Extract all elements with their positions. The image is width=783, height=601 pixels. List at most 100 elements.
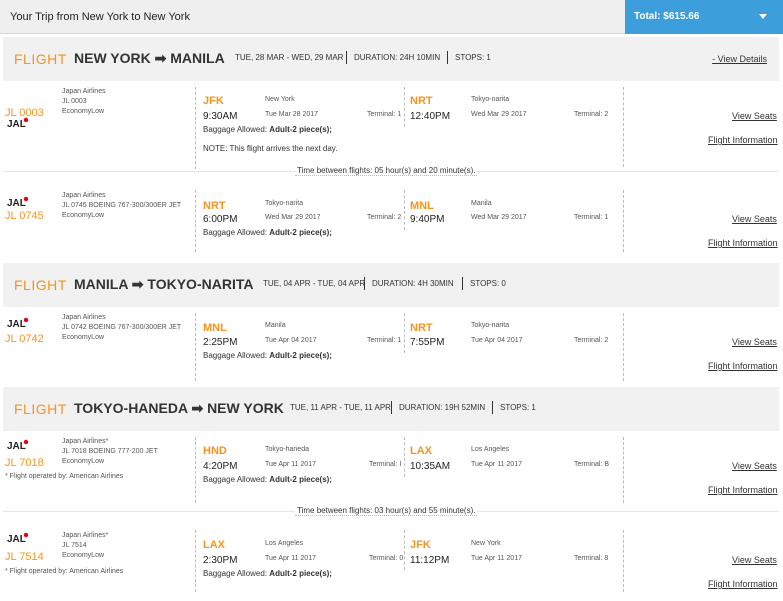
arrival-date: Wed Mar 29 2017 (471, 214, 527, 221)
equipment: JL 7514 (62, 542, 87, 549)
flight-segment: JAL JL 7514 Japan Airlines* JL 7514 Econ… (3, 520, 779, 600)
departure-date: Tue Apr 11 2017 (265, 555, 316, 562)
cabin-class: EconomyLow (62, 552, 105, 559)
flight-dates: TUE, 11 APR - TUE, 11 APR (290, 403, 391, 412)
flight-information-link[interactable]: Flight Information (708, 579, 778, 589)
arrival-terminal: Terminal: 1 (574, 214, 609, 221)
total-price-dropdown[interactable]: Total: $615.66 (625, 0, 783, 34)
operated-by-note: * Flight operated by: American Airlines (5, 473, 124, 480)
flight-segment: JAL JL 0003 Japan Airlines JL 0003 Econo… (3, 81, 779, 173)
flight-number: JL 0003 (5, 107, 44, 119)
view-seats-link[interactable]: View Seats (732, 111, 777, 121)
equipment: JL 0742 BOEING 767-300/300ER JET (62, 324, 182, 331)
divider (462, 277, 463, 290)
view-details-link[interactable]: - View Details (712, 54, 767, 64)
flight-duration: DURATION: 24H 10MIN (354, 53, 441, 62)
divider (364, 277, 365, 290)
trip-title: Your Trip from New York to New York (10, 11, 190, 23)
divider (623, 87, 624, 167)
flight-duration: DURATION: 19H 52MIN (399, 403, 486, 412)
arrival-date: Wed Mar 29 2017 (471, 111, 527, 118)
departure-time: 6:00PM (203, 214, 238, 225)
baggage-allowance: Baggage Allowed: Adult-2 piece(s); (203, 351, 332, 360)
departure-city: Tokyo-haneda (265, 446, 309, 453)
view-seats-link[interactable]: View Seats (732, 461, 777, 471)
layover-time: Time between flights: 05 hour(s) and 20 … (295, 166, 478, 176)
departure-time: 2:25PM (203, 337, 238, 348)
flight-number: JL 7018 (5, 457, 44, 469)
flight-information-link[interactable]: Flight Information (708, 361, 778, 371)
flight-header-2: FLIGHT MANILA ➡ TOKYO-NARITA TUE, 04 APR… (3, 263, 779, 307)
divider (447, 51, 448, 64)
departure-time: 9:30AM (203, 111, 238, 122)
baggage-allowance: Baggage Allowed: Adult-2 piece(s); (203, 228, 332, 237)
departure-date: Tue Apr 11 2017 (265, 461, 316, 468)
chevron-down-icon (759, 14, 767, 19)
view-seats-link[interactable]: View Seats (732, 214, 777, 224)
departure-terminal: Terminal: 1 (367, 111, 402, 118)
departure-code: NRT (203, 200, 226, 212)
baggage-allowance: Baggage Allowed: Adult-2 piece(s); (203, 125, 332, 134)
arrival-terminal: Terminal: 8 (574, 555, 609, 562)
arrival-terminal: Terminal: B (574, 461, 610, 468)
arrival-code: MNL (410, 200, 434, 212)
departure-code: LAX (203, 539, 225, 551)
svg-text:JAL: JAL (7, 534, 26, 544)
flight-label: FLIGHT (14, 277, 67, 293)
arrival-terminal: Terminal: 2 (574, 111, 609, 118)
departure-city: Manila (265, 322, 286, 329)
arrival-code: NRT (410, 95, 433, 107)
flight-information-link[interactable]: Flight Information (708, 135, 778, 145)
operated-by-note: * Flight operated by: American Airlines (5, 568, 124, 575)
divider (404, 530, 405, 570)
divider (195, 87, 196, 169)
flight-segment: JAL JL 0745 Japan Airlines JL 0745 BOEIN… (3, 180, 779, 262)
departure-city: Los Angeles (265, 540, 304, 547)
baggage-allowance: Baggage Allowed: Adult-2 piece(s); (203, 475, 332, 484)
flight-stops: STOPS: 0 (470, 279, 506, 288)
view-seats-link[interactable]: View Seats (732, 337, 777, 347)
divider (404, 313, 405, 353)
divider (404, 437, 405, 477)
svg-text:JAL: JAL (7, 119, 26, 129)
flight-stops: STOPS: 1 (455, 53, 491, 62)
arrival-date: Tue Apr 04 2017 (471, 337, 523, 344)
arrival-time: 11:12PM (410, 555, 450, 566)
cabin-class: EconomyLow (62, 334, 105, 341)
divider (195, 190, 196, 252)
flight-information-link[interactable]: Flight Information (708, 238, 778, 248)
flight-duration: DURATION: 4H 30MIN (372, 279, 454, 288)
flight-number: JL 0745 (5, 210, 44, 222)
arrival-time: 10:35AM (410, 461, 451, 472)
airline-name: Japan Airlines* (62, 438, 109, 445)
jal-logo-icon: JAL (7, 317, 29, 329)
divider (195, 530, 196, 592)
departure-terminal: Terminal: 1 (367, 337, 402, 344)
departure-date: Tue Mar 28 2017 (265, 111, 319, 118)
view-seats-link[interactable]: View Seats (732, 555, 777, 565)
departure-terminal: Terminal: I (369, 461, 402, 468)
cabin-class: EconomyLow (62, 108, 105, 115)
arrival-city: New York (471, 540, 501, 547)
flight-information-link[interactable]: Flight Information (708, 485, 778, 495)
arrival-code: LAX (410, 445, 432, 457)
flight-number: JL 7514 (5, 551, 44, 563)
total-price: Total: $615.66 (634, 11, 700, 22)
airline-name: Japan Airlines (62, 88, 106, 95)
divider (623, 530, 624, 592)
divider (346, 51, 347, 64)
flight-route: MANILA ➡ TOKYO-NARITA (74, 276, 254, 292)
arrival-date: Tue Apr 11 2017 (471, 555, 522, 562)
airline-name: Japan Airlines (62, 314, 106, 321)
flight-label: FLIGHT (14, 51, 67, 67)
divider (623, 190, 624, 252)
arrival-city: Tokyo-narita (471, 96, 510, 103)
departure-code: JFK (203, 95, 224, 107)
svg-text:JAL: JAL (7, 319, 26, 329)
divider (492, 401, 493, 414)
svg-text:JAL: JAL (7, 198, 26, 208)
divider (391, 401, 392, 414)
next-day-note: NOTE: This flight arrives the next day. (203, 144, 338, 153)
flight-stops: STOPS: 1 (500, 403, 536, 412)
departure-time: 4:20PM (203, 461, 238, 472)
